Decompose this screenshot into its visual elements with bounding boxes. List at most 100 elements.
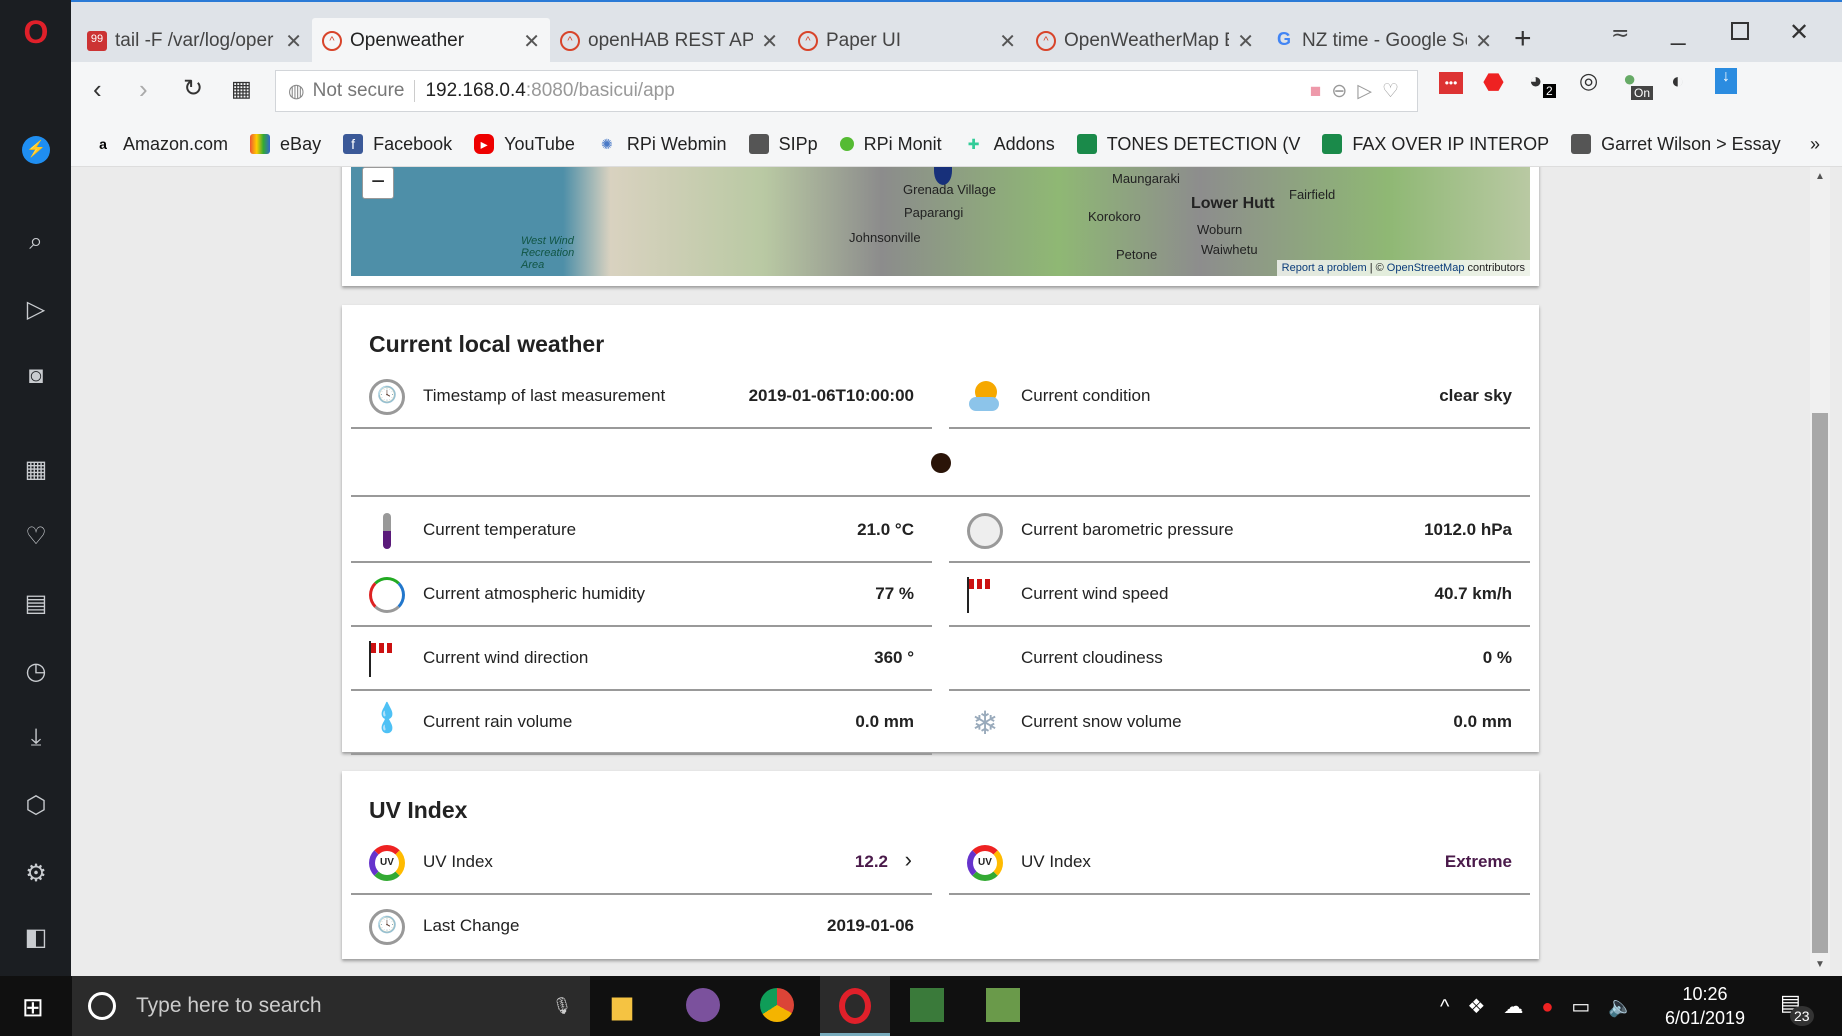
minimize-button[interactable]: _ <box>1671 16 1685 47</box>
tab-menu-icon[interactable]: ≂ <box>1611 20 1629 46</box>
bookmark-facebook[interactable]: f Facebook <box>343 134 452 155</box>
chrome-icon[interactable] <box>760 988 794 1022</box>
close-tab-icon[interactable]: ✕ <box>1237 29 1254 54</box>
dropbox-icon[interactable]: ❖ <box>1467 996 1503 1018</box>
notepad-icon[interactable] <box>986 988 1020 1022</box>
action-center-icon[interactable]: ▤ 23 <box>1780 990 1814 1026</box>
bookmark-rpi-monit[interactable]: RPi Monit <box>839 134 942 155</box>
tabs-grid-icon[interactable]: ▦ <box>231 76 252 102</box>
sidebar-toggle-icon[interactable]: ◧ <box>22 924 50 952</box>
openhab-icon: ^ <box>1036 31 1056 51</box>
page-icon <box>748 134 769 154</box>
opera-taskbar-button[interactable] <box>820 976 890 1036</box>
camera-icon[interactable]: ◙ <box>22 362 50 390</box>
tab-openweather[interactable]: ^ Openweather ✕ <box>312 18 550 64</box>
close-tab-icon[interactable]: ✕ <box>999 29 1016 54</box>
volume-icon[interactable]: 🔈 <box>1608 996 1651 1018</box>
tab-tail-log[interactable]: 99 tail -F /var/log/oper ✕ <box>77 18 312 64</box>
osm-link[interactable]: OpenStreetMap <box>1387 262 1465 274</box>
tab-openweathermap[interactable]: ^ OpenWeatherMap E ✕ <box>1026 18 1264 64</box>
lastpass-icon[interactable]: ••• <box>1439 72 1463 94</box>
app-icon[interactable] <box>910 988 944 1022</box>
zoom-icon[interactable]: ⊖ <box>1331 81 1357 102</box>
close-tab-icon[interactable]: ✕ <box>761 29 778 54</box>
bookmark-heart-icon[interactable]: ♡ <box>1382 81 1409 102</box>
youtube-icon: ▸ <box>474 134 495 154</box>
cube-icon[interactable]: ■ <box>1310 81 1331 102</box>
mega-icon[interactable]: ● <box>1541 996 1571 1018</box>
close-window-button[interactable]: ✕ <box>1789 18 1809 47</box>
dark-mode-icon[interactable]: ◐ <box>1671 68 1684 94</box>
bookmark-fax-over-ip[interactable]: FAX OVER IP INTEROP <box>1322 134 1549 155</box>
search-icon[interactable]: ⌕ <box>22 228 50 256</box>
extensions-icon[interactable]: ⬡ <box>22 792 50 820</box>
maximize-button[interactable] <box>1731 22 1749 40</box>
bookmark-amazon[interactable]: a Amazon.com <box>93 134 228 155</box>
bookmark-sipp[interactable]: SIPp <box>748 134 818 155</box>
downloads-icon[interactable]: ⤓ <box>22 724 50 752</box>
viber-icon[interactable] <box>686 988 720 1022</box>
more-bookmarks-button[interactable]: » <box>1810 134 1820 155</box>
extension-counter-icon[interactable]: ◕ 2 <box>1529 68 1556 98</box>
address-bar[interactable]: ◍ Not secure 192.168.0.4:8080/basicui/ap… <box>275 70 1418 112</box>
last-change-row: 🕓 Last Change 2019-01-06 <box>351 895 932 959</box>
history-icon[interactable]: ◷ <box>22 658 50 686</box>
close-tab-icon[interactable]: ✕ <box>1475 29 1492 54</box>
tab-paper-ui[interactable]: ^ Paper UI ✕ <box>788 18 1026 64</box>
download-ext-icon[interactable]: ↓ <box>1715 68 1737 94</box>
vertical-scrollbar[interactable]: ▲ ▼ <box>1810 167 1830 976</box>
wind-direction-row: Current wind direction 360 ° <box>351 627 932 691</box>
back-button[interactable]: ‹ <box>93 74 102 105</box>
microphone-icon[interactable]: 🎙 <box>552 996 572 1016</box>
tab-bar: 99 tail -F /var/log/oper ✕ ^ Openweather ✕ ^… <box>71 0 1842 64</box>
tab-nz-time[interactable]: G NZ time - Google Se ✕ <box>1264 18 1502 64</box>
sheet-icon <box>1076 134 1097 154</box>
reload-button[interactable]: ↻ <box>183 74 203 103</box>
card-title: Current local weather <box>369 331 605 357</box>
news-icon[interactable]: ▤ <box>22 590 50 618</box>
uv-index-row[interactable]: UV UV Index 12.2 › <box>351 831 932 895</box>
globe-toggle-icon[interactable]: ● On <box>1623 66 1654 100</box>
show-hidden-icons[interactable]: ^ <box>1440 996 1467 1018</box>
messenger-icon[interactable]: ⚡ <box>22 136 50 164</box>
adblock-icon[interactable]: ⬣ <box>1483 68 1504 97</box>
uv-level-row: UV UV Index Extreme <box>949 831 1530 895</box>
onedrive-icon[interactable]: ☁ <box>1503 996 1541 1018</box>
security-indicator[interactable]: Not secure <box>313 80 416 102</box>
map[interactable]: − Grenada Village Paparangi Johnsonville… <box>351 167 1530 276</box>
bookmark-youtube[interactable]: ▸ YouTube <box>474 134 575 155</box>
address-actions[interactable]: ■⊖▷♡ <box>1310 80 1417 103</box>
send-icon[interactable]: ▷ <box>22 296 50 324</box>
heart-icon[interactable]: ♡ <box>22 523 50 551</box>
clock[interactable]: 10:26 6/01/2019 <box>1660 982 1750 1030</box>
webmin-icon: ✺ <box>601 136 613 152</box>
bookmark-ebay[interactable]: eBay <box>250 134 321 155</box>
page-icon <box>1571 134 1592 154</box>
file-explorer-icon[interactable]: ▆ <box>612 990 632 1021</box>
bookmark-garret-wilson[interactable]: Garret Wilson > Essay <box>1571 134 1781 155</box>
scrollbar-thumb[interactable] <box>1812 413 1828 953</box>
network-icon[interactable]: ▭ <box>1571 996 1608 1018</box>
bookmark-tones-detection[interactable]: TONES DETECTION (V <box>1076 134 1300 155</box>
chevron-right-icon[interactable]: › <box>905 847 912 873</box>
zoom-out-button[interactable]: − <box>362 167 394 199</box>
windows-start-icon[interactable]: ⊞ <box>22 992 44 1023</box>
taskbar-search-box[interactable]: Type here to search 🎙 <box>72 976 590 1036</box>
bookmark-rpi-webmin[interactable]: ✺ RPi Webmin <box>597 134 727 155</box>
bookmark-addons[interactable]: ✚ Addons <box>964 134 1055 155</box>
send-page-icon[interactable]: ▷ <box>1357 81 1382 102</box>
binoculars-icon[interactable]: ◎ <box>1579 68 1598 94</box>
scroll-up-arrow[interactable]: ▲ <box>1815 171 1825 182</box>
opera-logo-icon[interactable]: O <box>22 16 50 48</box>
new-tab-button[interactable]: + <box>1514 22 1532 56</box>
settings-gear-icon[interactable]: ⚙ <box>22 860 50 888</box>
scroll-down-arrow[interactable]: ▼ <box>1815 959 1825 970</box>
tab-openhab-rest[interactable]: ^ openHAB REST API ✕ <box>550 18 788 64</box>
close-tab-icon[interactable]: ✕ <box>523 29 540 54</box>
bookmarks-bar: a Amazon.com eBay f Facebook ▸ YouTube ✺ RPi… <box>71 122 1842 167</box>
system-tray[interactable]: ^❖☁●▭🔈 <box>1440 994 1651 1019</box>
forward-button[interactable]: › <box>139 74 148 105</box>
report-problem-link[interactable]: Report a problem <box>1282 262 1367 274</box>
speed-dial-icon[interactable]: ▦ <box>22 456 50 484</box>
close-tab-icon[interactable]: ✕ <box>285 29 302 54</box>
